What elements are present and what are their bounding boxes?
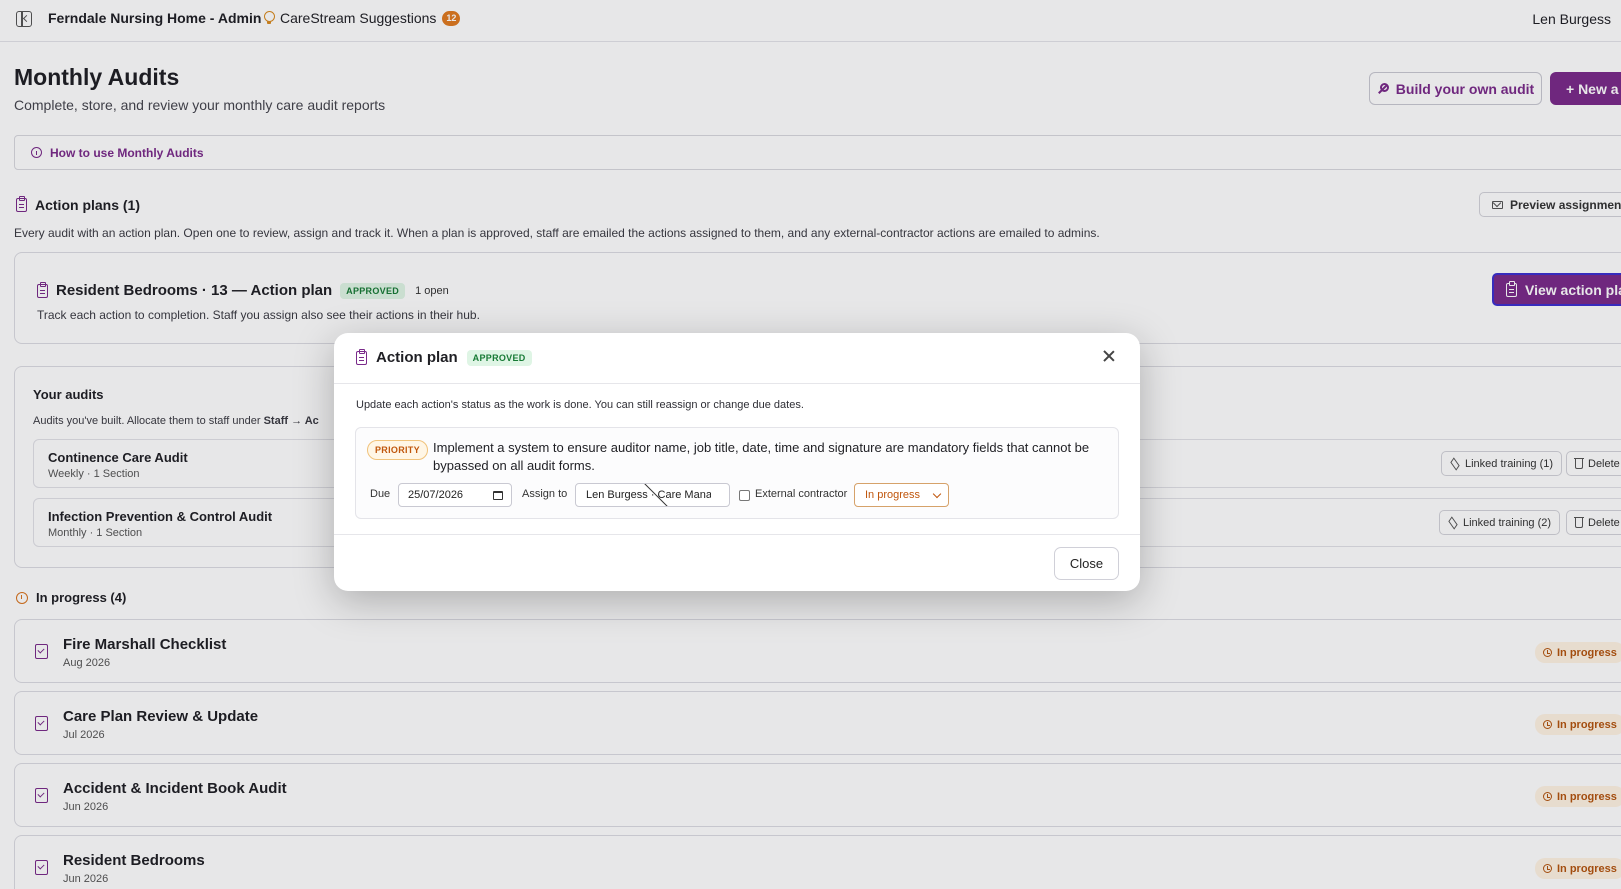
priority-badge: PRIORITY [367,440,428,460]
action-item: PRIORITY Implement a system to ensure au… [355,427,1119,519]
action-text: Implement a system to ensure auditor nam… [433,440,1090,473]
close-button[interactable]: Close [1054,547,1119,580]
assign-to-value: Len Burgess · Care Manager [586,489,711,501]
action-status-select[interactable]: In progress [854,483,949,507]
close-icon[interactable] [1100,347,1118,365]
due-label: Due [370,488,391,500]
modal-header: Action plan APPROVED [334,333,1140,384]
action-status-value: In progress [865,489,921,501]
modal-footer: Close [334,534,1140,591]
modal-description: Update each action's status as the work … [356,399,804,411]
external-contractor-checkbox[interactable] [739,490,750,501]
modal-title: Action plan APPROVED [356,348,532,366]
calendar-icon[interactable] [493,491,503,500]
modal-title-label: Action plan [376,349,458,366]
chevron-down-icon [932,489,942,499]
due-date-input[interactable]: 25/07/2026 [398,483,512,507]
approved-badge: APPROVED [466,349,532,366]
assign-to-label: Assign to [522,488,568,500]
action-plan-modal: Action plan APPROVED Update each action'… [334,333,1140,591]
assign-to-select[interactable]: Len Burgess · Care Manager [575,483,730,507]
clipboard-icon [356,348,367,365]
due-date-value: 25/07/2026 [408,489,464,501]
external-contractor-label[interactable]: External contractor [755,488,847,500]
